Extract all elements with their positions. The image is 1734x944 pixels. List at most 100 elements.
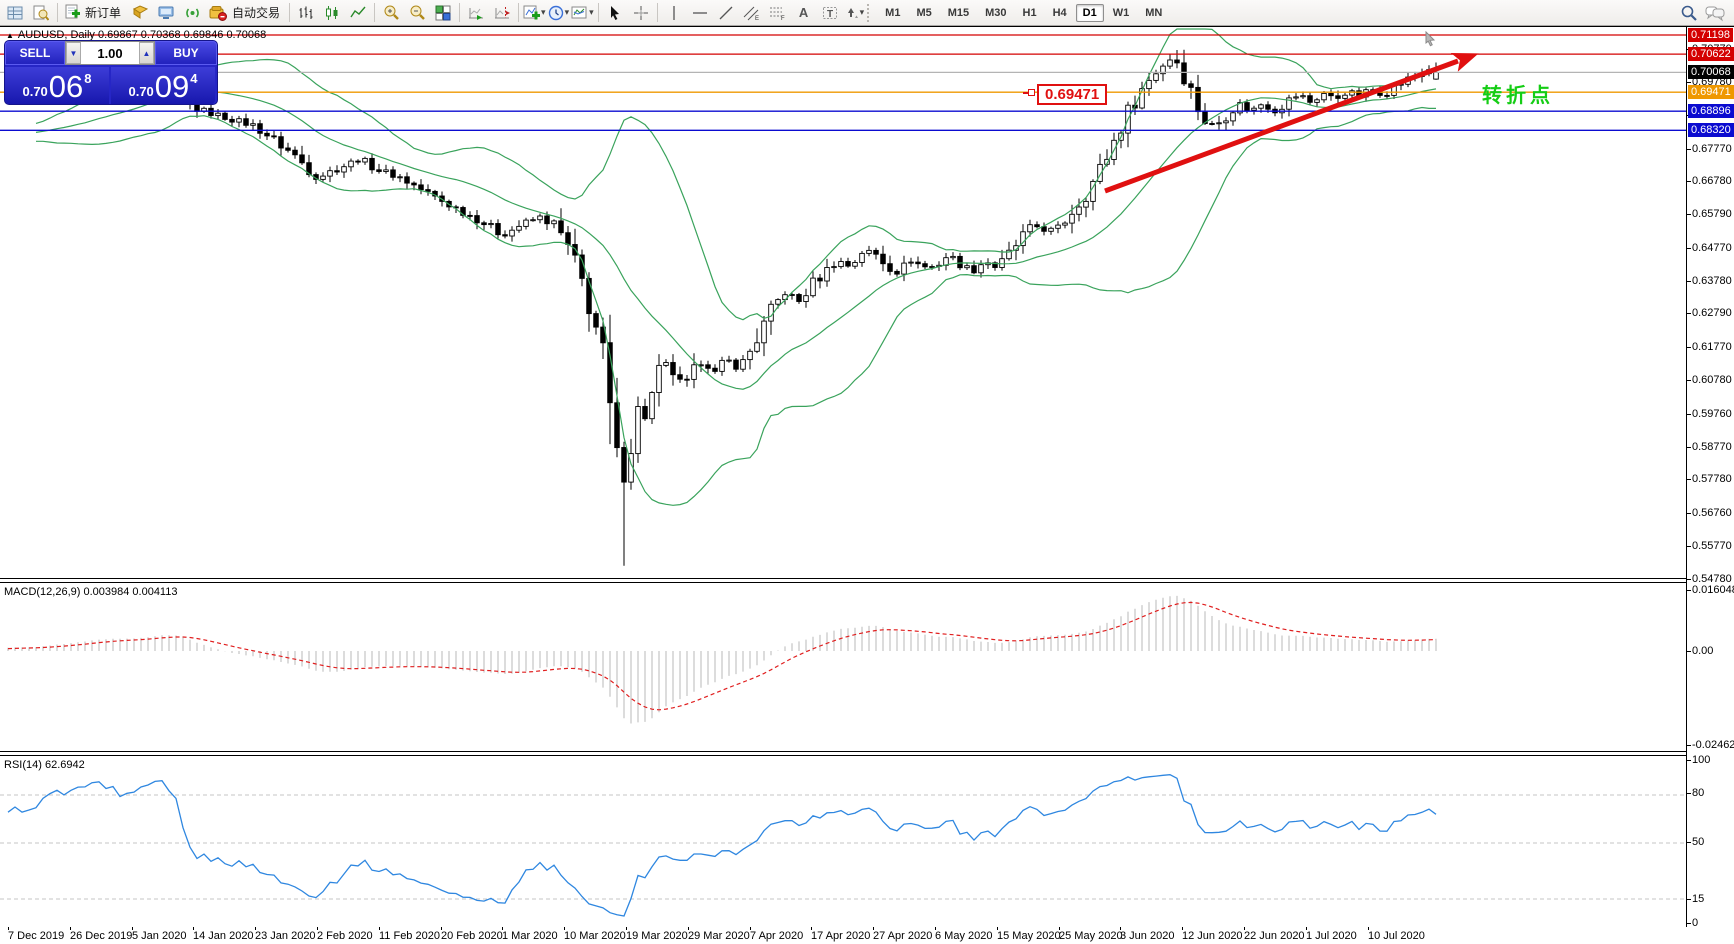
autotrading-label[interactable]: 自动交易 xyxy=(232,4,280,21)
turning-point-annotation[interactable]: 转折点 xyxy=(1482,79,1554,108)
buy-price-display[interactable]: 0.70094 xyxy=(111,67,215,104)
zoom-in-button[interactable] xyxy=(378,1,404,25)
sell-price-main: 06 xyxy=(49,71,83,102)
price-tick: 0.65790 xyxy=(1692,208,1732,220)
data-window-button[interactable] xyxy=(28,1,54,25)
horizontal-line-button[interactable] xyxy=(687,1,713,25)
rsi-pane[interactable] xyxy=(0,756,1686,927)
signals-button[interactable] xyxy=(179,1,205,25)
text-label-icon: T xyxy=(822,5,838,21)
candlestick-chart-icon xyxy=(324,5,340,21)
date-tick: 6 May 2020 xyxy=(935,930,992,942)
text-button[interactable]: A xyxy=(791,1,817,25)
date-tick: 22 Jun 2020 xyxy=(1244,930,1305,942)
new-order-button[interactable] xyxy=(61,1,84,25)
sell-button[interactable]: SELL xyxy=(5,41,65,65)
date-tick: 1 Mar 2020 xyxy=(502,930,558,942)
date-tick: 19 Mar 2020 xyxy=(626,930,688,942)
sell-price-prefix: 0.70 xyxy=(22,84,47,99)
equidistant-channel-button[interactable]: E xyxy=(739,1,765,25)
chart-bars-button[interactable] xyxy=(293,1,319,25)
volume-input[interactable] xyxy=(81,42,139,64)
price-tick: 0.66780 xyxy=(1692,175,1732,187)
price-axis[interactable]: 0.707700.697800.687900.677700.667800.657… xyxy=(1686,27,1734,927)
svg-text:F: F xyxy=(781,16,785,21)
chart-line-button[interactable] xyxy=(345,1,371,25)
price-tick: 0.63780 xyxy=(1692,275,1732,287)
buy-price-prefix: 0.70 xyxy=(128,84,153,99)
zoom-out-button[interactable] xyxy=(404,1,430,25)
price-tick: 0.61770 xyxy=(1692,341,1732,353)
chart-candles-button[interactable] xyxy=(319,1,345,25)
sell-price-display[interactable]: 0.70068 xyxy=(5,67,109,104)
volume-increase-button[interactable]: ▲ xyxy=(139,42,154,64)
clock-icon xyxy=(548,5,564,21)
crosshair-button[interactable] xyxy=(628,1,654,25)
bid-price-badge: 0.70068 xyxy=(1688,65,1734,79)
timeframe-M5[interactable]: M5 xyxy=(909,4,938,22)
macd-axis-tick: -0.024625 xyxy=(1692,739,1734,751)
line-chart-icon xyxy=(350,5,366,21)
arrows-icon xyxy=(844,5,859,21)
timeframe-H4[interactable]: H4 xyxy=(1046,4,1074,22)
date-tick: 10 Mar 2020 xyxy=(564,930,626,942)
autotrading-icon xyxy=(209,5,227,21)
volume-decrease-button[interactable]: ▼ xyxy=(66,42,81,64)
date-tick: 27 Apr 2020 xyxy=(873,930,932,942)
timeframe-M1[interactable]: M1 xyxy=(878,4,907,22)
timeframe-M15[interactable]: M15 xyxy=(941,4,976,22)
cursor-button[interactable] xyxy=(602,1,628,25)
metaeditor-button[interactable] xyxy=(127,1,153,25)
chart-shift-button[interactable] xyxy=(489,1,515,25)
new-order-icon xyxy=(64,4,81,21)
main-chart-canvas[interactable] xyxy=(0,27,1686,578)
date-tick: 15 May 2020 xyxy=(997,930,1061,942)
timeframe-D1[interactable]: D1 xyxy=(1076,4,1104,22)
chat-button[interactable] xyxy=(1702,1,1728,25)
date-tick: 5 Jan 2020 xyxy=(132,930,186,942)
level-price-badge: 0.68320 xyxy=(1688,123,1734,137)
rsi-label: RSI(14) 62.6942 xyxy=(4,759,85,771)
date-tick: 3 Jun 2020 xyxy=(1120,930,1174,942)
chevron-down-icon: ▾ xyxy=(860,7,865,18)
timeframe-M30[interactable]: M30 xyxy=(978,4,1013,22)
fibonacci-button[interactable]: F xyxy=(765,1,791,25)
new-order-label[interactable]: 新订单 xyxy=(85,4,121,21)
rsi-axis-tick: 100 xyxy=(1692,754,1710,766)
date-tick: 2 Feb 2020 xyxy=(317,930,373,942)
tile-windows-icon xyxy=(435,5,451,21)
market-watch-button[interactable] xyxy=(2,1,28,25)
text-label-button[interactable]: T xyxy=(817,1,843,25)
symbol-marker-icon: ▲ xyxy=(6,31,14,40)
search-button[interactable] xyxy=(1676,1,1702,25)
vertical-line-button[interactable] xyxy=(661,1,687,25)
time-axis[interactable]: 7 Dec 201926 Dec 20195 Jan 202014 Jan 20… xyxy=(0,927,1686,944)
date-tick: 1 Jul 2020 xyxy=(1306,930,1357,942)
text-icon: A xyxy=(799,5,808,20)
price-tick: 0.58770 xyxy=(1692,441,1732,453)
arrows-button[interactable]: ▾ xyxy=(843,1,866,25)
timeframe-W1[interactable]: W1 xyxy=(1106,4,1137,22)
rsi-axis-tick: 50 xyxy=(1692,836,1704,848)
zoom-in-icon xyxy=(383,4,400,21)
macd-axis-tick: 0.00 xyxy=(1692,645,1713,657)
macd-label: MACD(12,26,9) 0.003984 0.004113 xyxy=(4,586,177,598)
tile-windows-button[interactable] xyxy=(430,1,456,25)
terminal-button[interactable] xyxy=(153,1,179,25)
indicators-button[interactable]: ▾ xyxy=(522,1,547,25)
buy-price-main: 09 xyxy=(155,71,189,102)
template-icon xyxy=(571,5,588,21)
buy-button[interactable]: BUY xyxy=(155,41,217,65)
auto-scroll-button[interactable] xyxy=(463,1,489,25)
fibonacci-icon: F xyxy=(769,5,786,21)
macd-pane[interactable] xyxy=(0,583,1686,751)
timeframe-MN[interactable]: MN xyxy=(1138,4,1169,22)
signals-icon xyxy=(184,5,201,21)
autotrading-button[interactable] xyxy=(205,1,231,25)
timeframe-H1[interactable]: H1 xyxy=(1016,4,1044,22)
price-level-annotation[interactable]: 0.69471 xyxy=(1037,84,1107,105)
templates-button[interactable]: ▾ xyxy=(570,1,595,25)
periods-button[interactable]: ▾ xyxy=(547,1,571,25)
one-click-trading-panel: SELL ▼ ▲ BUY 0.70068 0.70094 xyxy=(5,41,217,104)
trendline-button[interactable] xyxy=(713,1,739,25)
